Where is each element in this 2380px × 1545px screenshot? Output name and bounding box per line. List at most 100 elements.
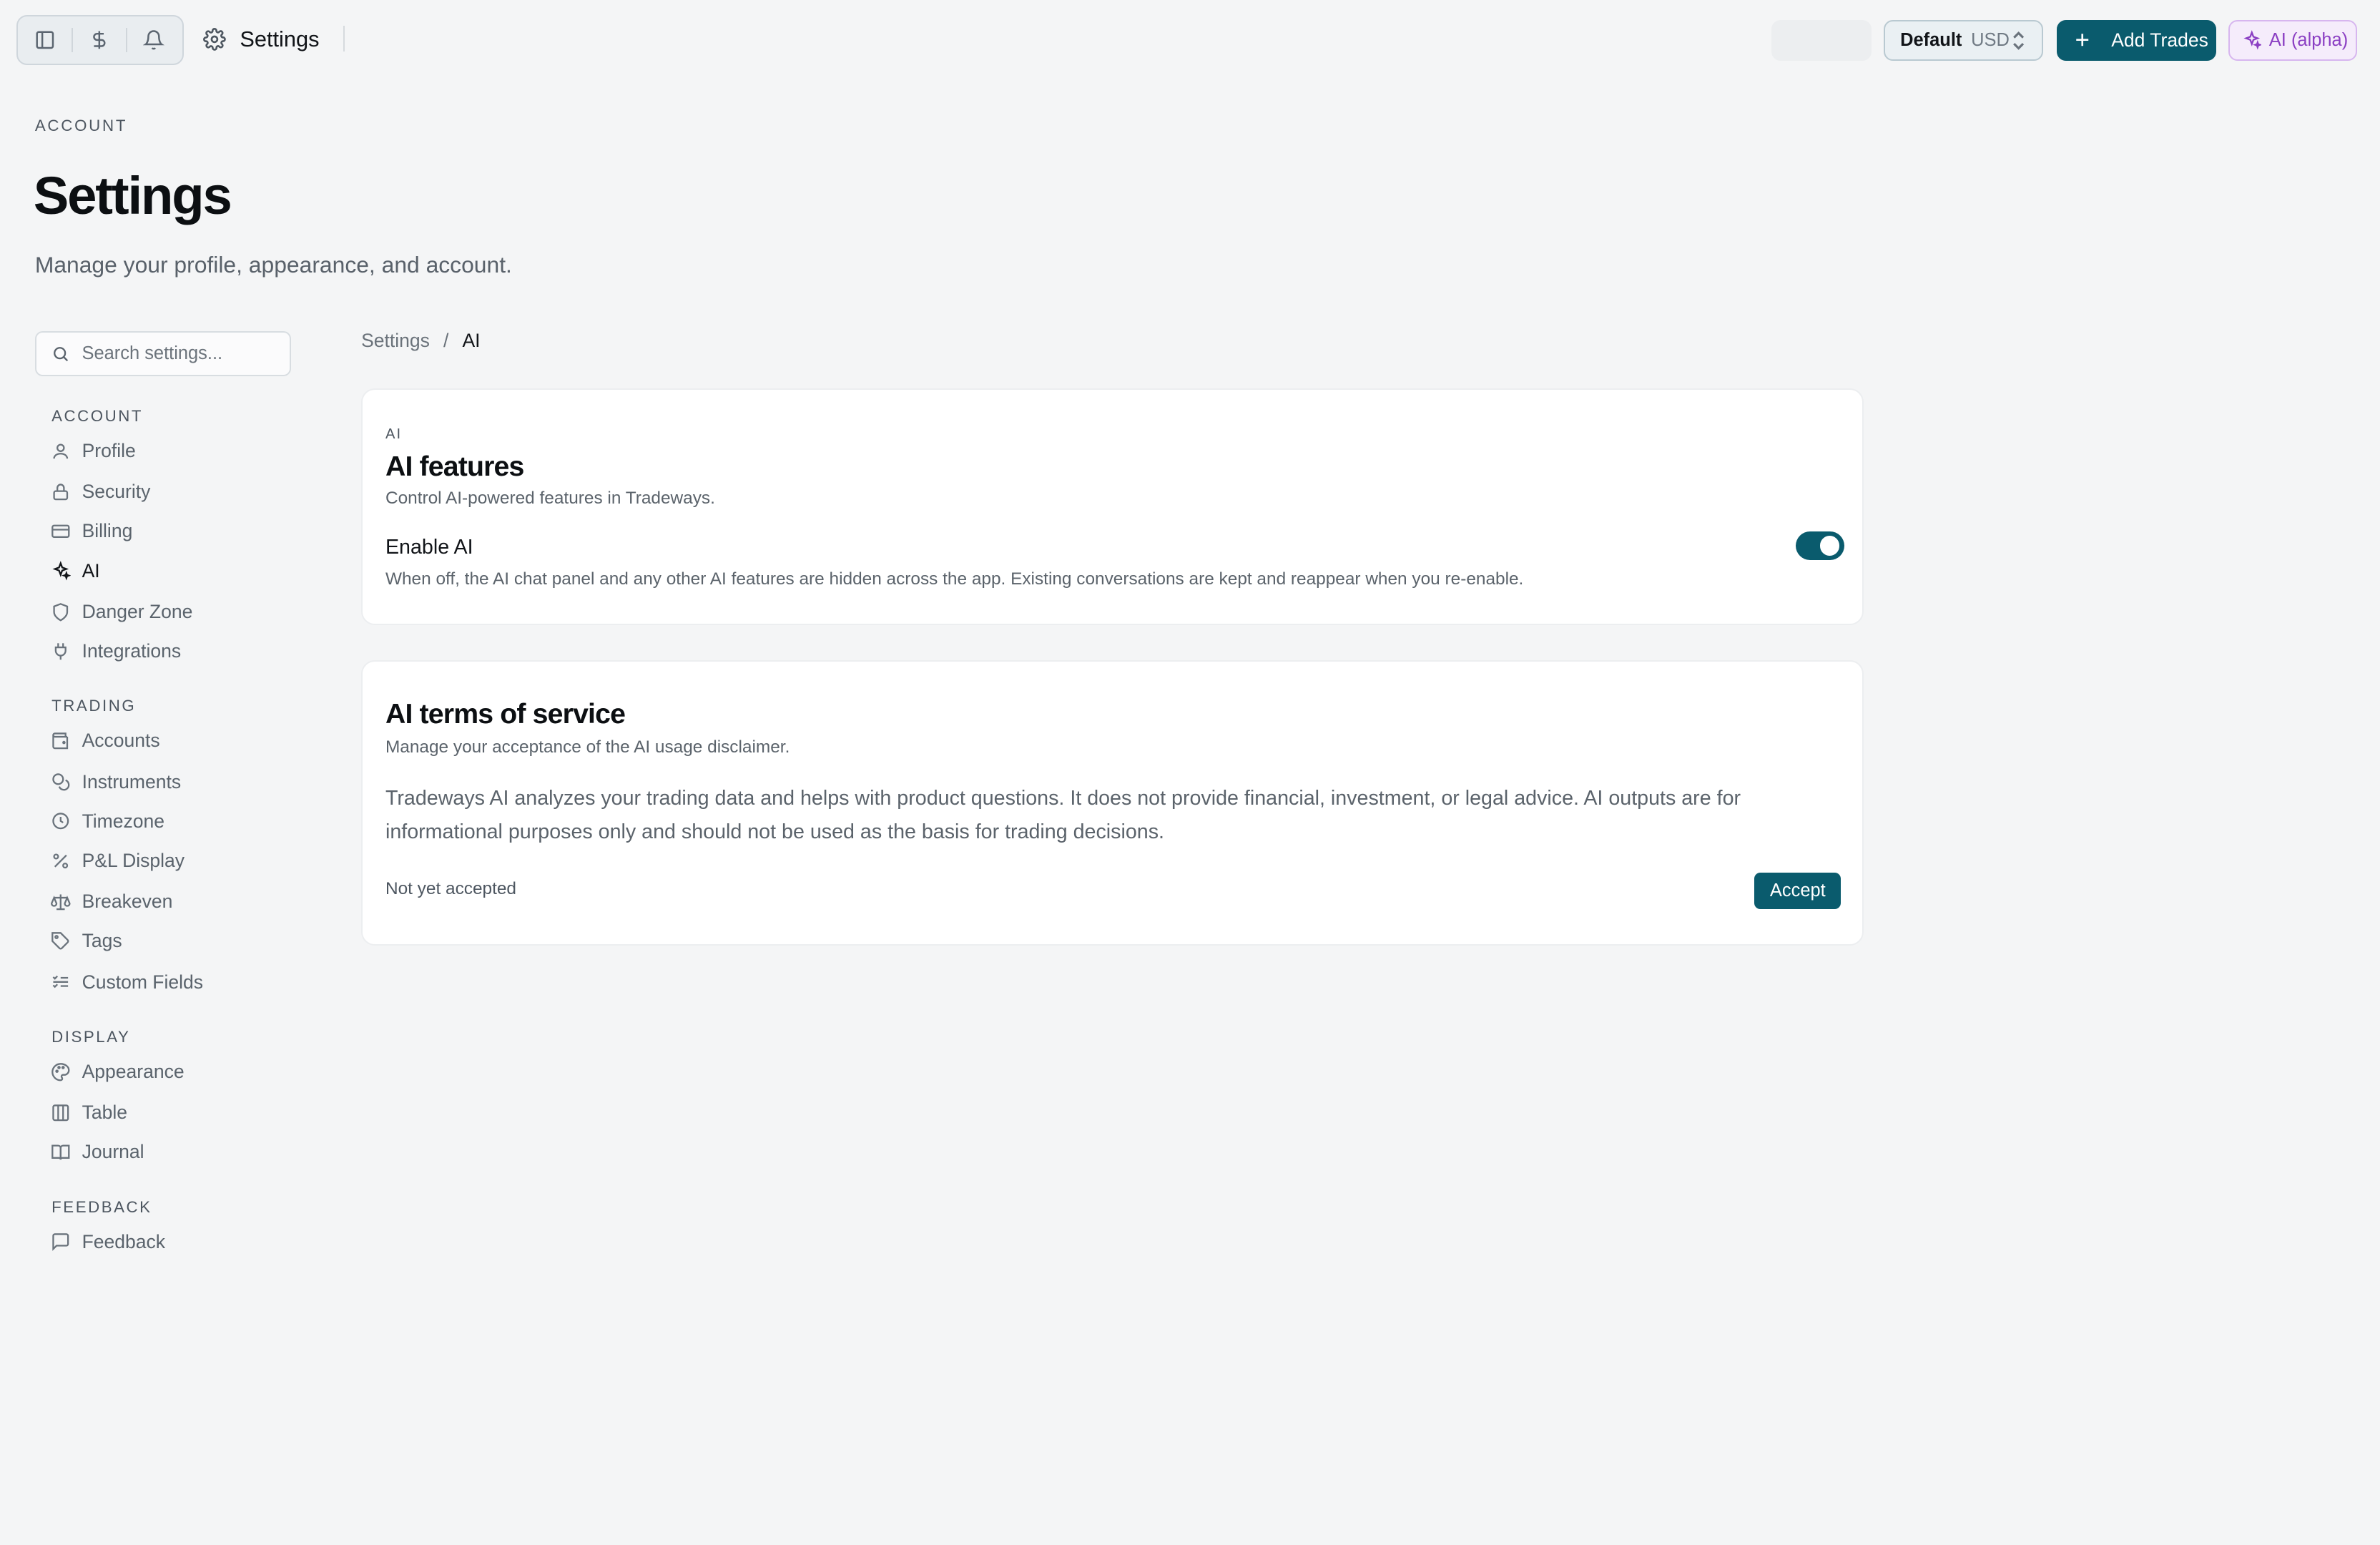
sidebar-item-label: Appearance	[82, 1060, 185, 1082]
sidebar-item-label: P&L Display	[82, 849, 185, 871]
sidebar-item-label: Journal	[82, 1141, 144, 1163]
acceptance-status: Not yet accepted	[385, 878, 516, 898]
top-bar: Settings Default USD Add Trades AI (alph…	[0, 0, 2380, 79]
card-title: AI terms of service	[385, 698, 626, 730]
page-title: Settings	[33, 166, 232, 226]
sparkles-icon	[50, 560, 72, 582]
nav-section-account: ACCOUNT	[51, 406, 144, 425]
add-trades-button[interactable]: Add Trades	[2056, 19, 2216, 61]
ai-terms-card: AI terms of service Manage your acceptan…	[361, 660, 1864, 946]
sidebar-item-label: Instruments	[82, 770, 182, 793]
currency-value: USD	[1971, 29, 2010, 50]
sparkles-icon	[2243, 30, 2262, 50]
coins-icon	[50, 771, 72, 793]
nav-section-feedback: FEEDBACK	[51, 1197, 152, 1216]
ai-alpha-label: AI (alpha)	[2268, 29, 2349, 50]
panel-left-icon	[36, 31, 54, 49]
breadcrumb: Settings / AI	[361, 330, 480, 352]
plug-icon	[50, 641, 72, 662]
sidebar-item-tags[interactable]: Tags	[50, 926, 122, 956]
sidebar-item-label: Security	[82, 481, 151, 503]
placeholder-button[interactable]	[1771, 19, 1872, 61]
clock-icon	[50, 810, 72, 832]
sidebar-item-danger-zone[interactable]: Danger Zone	[50, 597, 192, 627]
book-icon	[50, 1142, 72, 1163]
sidebar-item-label: Integrations	[82, 640, 182, 662]
sidebar-item-integrations[interactable]: Integrations	[50, 636, 181, 666]
breadcrumb-current: AI	[462, 329, 481, 351]
chevrons-up-down-icon	[2013, 31, 2025, 51]
message-square-icon	[50, 1231, 72, 1252]
scale-icon	[50, 891, 72, 913]
search-input[interactable]	[82, 343, 277, 364]
plus-icon	[2076, 34, 2089, 46]
list-checks-icon	[50, 971, 72, 993]
ai-features-card: AI AI features Control AI-powered featur…	[361, 388, 1864, 626]
tag-icon	[50, 931, 72, 952]
page-eyebrow: ACCOUNT	[34, 117, 128, 135]
enable-ai-help: When off, the AI chat panel and any othe…	[385, 569, 1524, 589]
enable-ai-label: Enable AI	[385, 536, 473, 559]
accept-button[interactable]: Accept	[1754, 873, 1841, 910]
dollar-icon	[93, 31, 106, 49]
sidebar-item-label: Table	[82, 1102, 127, 1124]
terms-text: Tradeways AI analyzes your trading data …	[385, 786, 1741, 843]
sidebar-item-ai[interactable]: AI	[50, 556, 100, 586]
sidebar-toggle-button[interactable]	[18, 16, 71, 64]
sidebar-item-accounts[interactable]: Accounts	[50, 726, 160, 756]
quick-actions-group	[16, 15, 184, 66]
user-icon	[50, 440, 72, 461]
shield-icon	[50, 601, 72, 622]
sidebar-item-instruments[interactable]: Instruments	[50, 767, 181, 797]
account-profile-value: Default	[1900, 29, 1962, 50]
settings-search[interactable]	[34, 330, 292, 377]
sidebar-item-journal[interactable]: Journal	[50, 1137, 144, 1167]
card-title: AI features	[385, 451, 524, 483]
breadcrumb-separator: /	[443, 329, 449, 351]
notifications-button[interactable]	[127, 16, 180, 64]
sidebar-item-billing[interactable]: Billing	[50, 516, 132, 546]
ai-alpha-button[interactable]: AI (alpha)	[2228, 19, 2358, 61]
sidebar-item-label: Danger Zone	[82, 600, 193, 622]
lock-icon	[50, 481, 72, 503]
bell-icon	[143, 30, 165, 50]
breadcrumb-settings-link[interactable]: Settings	[361, 330, 430, 352]
card-subtitle: Control AI-powered features in Tradeways…	[385, 489, 715, 509]
sidebar-item-label: Tags	[82, 930, 122, 952]
sidebar-item-appearance[interactable]: Appearance	[50, 1056, 185, 1087]
sidebar-item-custom-fields[interactable]: Custom Fields	[50, 967, 203, 997]
sidebar-item-breakeven[interactable]: Breakeven	[50, 886, 172, 916]
divider	[343, 26, 345, 52]
nav-section-trading: TRADING	[51, 697, 137, 715]
sidebar-item-label: Billing	[82, 520, 133, 542]
credit-card-icon	[50, 521, 72, 542]
card-eyebrow: AI	[385, 426, 403, 443]
sidebar-item-pl-display[interactable]: P&L Display	[50, 845, 185, 876]
percent-icon	[50, 850, 72, 872]
sidebar-item-security[interactable]: Security	[50, 476, 150, 506]
sidebar-item-profile[interactable]: Profile	[50, 436, 136, 466]
topbar-title-label: Settings	[240, 26, 320, 52]
sidebar-item-label: Custom Fields	[82, 971, 204, 993]
wallet-icon	[50, 730, 72, 752]
sidebar-item-label: Breakeven	[82, 891, 173, 913]
currency-button[interactable]	[73, 16, 126, 64]
sidebar-item-feedback[interactable]: Feedback	[50, 1227, 165, 1257]
sidebar-item-label: Timezone	[82, 810, 165, 832]
add-trades-label: Add Trades	[2111, 29, 2208, 51]
palette-icon	[50, 1061, 72, 1083]
sidebar-item-label: Profile	[82, 439, 136, 461]
card-subtitle: Manage your acceptance of the AI usage d…	[385, 737, 790, 757]
sidebar-item-label: AI	[82, 559, 100, 582]
sidebar-item-table[interactable]: Table	[50, 1097, 127, 1127]
enable-ai-toggle[interactable]	[1795, 531, 1844, 561]
toggle-knob	[1819, 536, 1840, 556]
topbar-title: Settings	[203, 23, 319, 57]
sidebar-item-timezone[interactable]: Timezone	[50, 806, 164, 836]
gear-icon	[203, 28, 227, 52]
sidebar-item-label: Feedback	[82, 1230, 166, 1252]
sidebar-item-label: Accounts	[82, 730, 160, 752]
columns-icon	[50, 1102, 72, 1124]
account-currency-select[interactable]: Default USD	[1883, 19, 2043, 61]
page-subtitle: Manage your profile, appearance, and acc…	[34, 252, 512, 278]
